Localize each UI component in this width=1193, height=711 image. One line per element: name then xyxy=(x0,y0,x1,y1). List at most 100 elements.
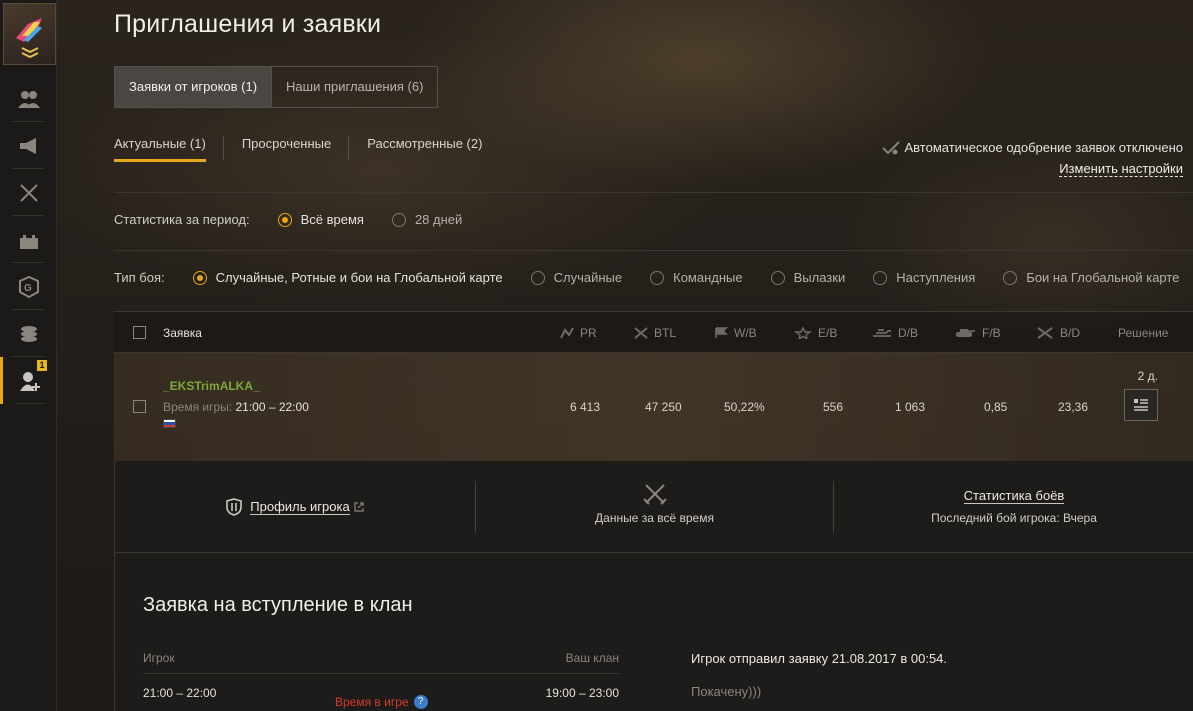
row-checkbox[interactable] xyxy=(133,400,146,413)
request-sent-text: Игрок отправил заявку 21.08.2017 в 00:54… xyxy=(691,651,948,666)
battle-type-option[interactable]: Командные xyxy=(650,270,743,285)
cell-pr: 6 413 xyxy=(570,400,601,414)
decision-button[interactable] xyxy=(1124,389,1158,421)
profile-link-block: Профиль игрока xyxy=(115,481,475,533)
rank-icon xyxy=(16,18,42,58)
tab-player-requests[interactable]: Заявки от игроков (1) xyxy=(115,67,273,107)
sidebar-item-global-map[interactable]: G xyxy=(0,263,57,310)
header-eb[interactable]: E/B xyxy=(794,326,837,340)
list-icon xyxy=(1134,399,1148,411)
player-time: 21:00 – 22:00 xyxy=(143,686,217,700)
player-message: Покачену))) xyxy=(691,684,762,699)
cell-btl: 47 250 xyxy=(645,400,682,414)
cell-eb: 556 xyxy=(823,400,844,414)
damage-tank-icon xyxy=(873,329,891,337)
claim-time-table: Игрок Ваш клан 21:00 – 22:00 19:00 – 23:… xyxy=(143,651,619,711)
battle-type-option[interactable]: Бои на Глобальной карте xyxy=(1003,270,1179,285)
clan-emblem[interactable] xyxy=(3,3,56,65)
clan-column-label: Ваш клан xyxy=(565,651,619,665)
table-row[interactable]: _EKSTrimALKA_ Время игры: 21:00 – 22:00 … xyxy=(114,353,1193,461)
sidebar: G 1 xyxy=(0,0,57,711)
time-row: 21:00 – 22:00 19:00 – 23:00 Время в игре… xyxy=(143,686,619,711)
sidebar-item-treasury[interactable] xyxy=(0,310,57,357)
tabs: Заявки от игроков (1) Наши приглашения (… xyxy=(114,66,439,108)
battle-type-option[interactable]: Вылазки xyxy=(770,270,845,285)
add-user-icon xyxy=(20,371,40,391)
period-label: Статистика за период: xyxy=(114,212,250,227)
player-profile-link[interactable]: Профиль игрока xyxy=(250,499,350,515)
all-time-label: Данные за всё время xyxy=(595,511,714,525)
select-all-checkbox[interactable] xyxy=(133,326,146,339)
header-decision: Решение xyxy=(1118,326,1169,340)
period-option-all-time[interactable]: Всё время xyxy=(277,212,364,227)
auto-approve-info: Автоматическое одобрение заявок отключен… xyxy=(881,140,1184,177)
subtabs: Актуальные (1) Просроченные Рассмотренны… xyxy=(114,136,518,164)
sidebar-item-battles[interactable] xyxy=(0,169,57,216)
svg-text:G: G xyxy=(24,283,32,294)
header-request[interactable]: Заявка xyxy=(163,326,202,340)
header-fb[interactable]: F/B xyxy=(954,326,1001,340)
page-title: Приглашения и заявки xyxy=(114,10,382,38)
global-map-icon: G xyxy=(18,275,39,298)
battle-type-label: Тип боя: xyxy=(114,270,165,285)
battle-stats-link[interactable]: Статистика боёв xyxy=(963,488,1065,504)
battles-icon xyxy=(634,327,648,339)
cell-fb: 0,85 xyxy=(984,400,1008,414)
subtab-expired[interactable]: Просроченные xyxy=(242,136,350,164)
change-settings-link[interactable]: Изменить настройки xyxy=(1059,161,1183,177)
divider xyxy=(114,192,1193,193)
crossed-swords-icon xyxy=(642,484,667,505)
last-battle-text: Последний бой игрока: Вчера xyxy=(931,511,1097,525)
subtab-current[interactable]: Актуальные (1) xyxy=(114,136,224,164)
header-db[interactable]: D/B xyxy=(872,326,918,340)
victory-flag-icon xyxy=(715,327,728,338)
play-time: Время игры: 21:00 – 22:00 xyxy=(163,400,309,414)
table-header: Заявка PR BTL W/B E/B D/B F/B B/D Решени… xyxy=(114,311,1193,353)
help-icon[interactable]: ? xyxy=(413,695,428,709)
sidebar-item-stronghold[interactable] xyxy=(0,216,57,263)
auto-approve-status: Автоматическое одобрение заявок отключен… xyxy=(904,140,1184,155)
battle-type-option[interactable]: Случайные xyxy=(530,270,622,285)
request-details: Профиль игрока Данные за всё время Стати… xyxy=(114,461,1193,711)
cell-wb: 50,22% xyxy=(724,400,765,414)
battles-per-day-icon xyxy=(1037,327,1053,339)
members-icon xyxy=(17,90,40,108)
header-bd[interactable]: B/D xyxy=(1036,326,1080,340)
claim-note: Игрок отправил заявку 21.08.2017 в 00:54… xyxy=(691,651,947,699)
auto-approve-check-icon xyxy=(881,140,900,154)
coins-icon xyxy=(20,325,37,342)
battle-type-option[interactable]: Наступления xyxy=(873,270,975,285)
crossed-swords-icon xyxy=(19,183,38,202)
period-filter: Статистика за период: Всё время 28 дней xyxy=(114,212,490,227)
time-in-game-label: Время в игре ? xyxy=(335,695,428,709)
invites-badge: 1 xyxy=(37,360,47,371)
shield-icon xyxy=(226,498,243,516)
header-btl[interactable]: BTL xyxy=(634,326,676,340)
claim-title: Заявка на вступление в клан xyxy=(143,594,413,616)
sidebar-item-announcements[interactable] xyxy=(0,122,57,169)
request-age: 2 д. xyxy=(1137,369,1158,383)
cell-db: 1 063 xyxy=(895,400,926,414)
tab-our-invitations[interactable]: Наши приглашения (6) xyxy=(272,67,437,107)
megaphone-icon xyxy=(19,137,36,154)
frags-tank-icon xyxy=(956,329,975,337)
header-pr[interactable]: PR xyxy=(560,326,597,340)
russia-flag-icon xyxy=(163,419,176,428)
player-name[interactable]: _EKSTrimALKA_ xyxy=(163,379,260,393)
clan-time: 19:00 – 23:00 xyxy=(545,686,619,700)
fortress-icon xyxy=(19,234,38,249)
experience-star-icon xyxy=(794,327,812,339)
subtab-reviewed[interactable]: Рассмотренные (2) xyxy=(367,136,500,164)
battle-type-option[interactable]: Случайные, Ротные и бои на Глобальной ка… xyxy=(192,270,503,285)
cell-bd: 23,36 xyxy=(1058,400,1089,414)
battle-type-filter: Тип боя: Случайные, Ротные и бои на Глоб… xyxy=(114,270,1179,285)
period-option-28-days[interactable]: 28 дней xyxy=(391,212,462,227)
sidebar-item-members[interactable] xyxy=(0,75,57,122)
all-time-block: Данные за всё время xyxy=(476,481,833,533)
header-wb[interactable]: W/B xyxy=(714,326,757,340)
player-column-label: Игрок xyxy=(143,651,175,665)
external-link-icon xyxy=(354,502,364,512)
rating-icon xyxy=(560,327,574,339)
details-links: Профиль игрока Данные за всё время Стати… xyxy=(115,461,1193,553)
sidebar-item-invites[interactable]: 1 xyxy=(0,357,57,404)
